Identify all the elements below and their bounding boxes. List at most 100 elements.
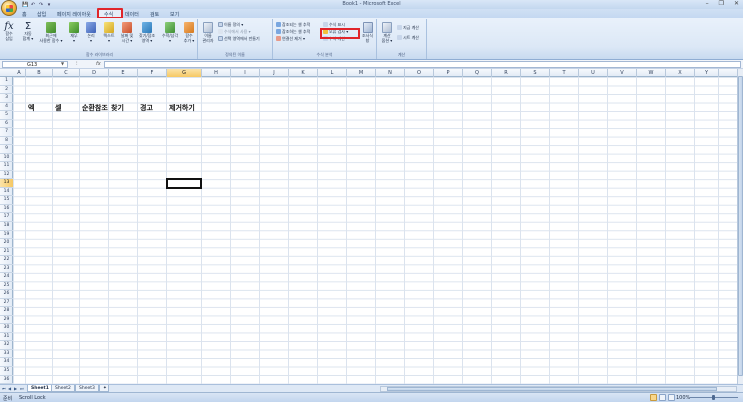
row-header[interactable]: 6	[0, 120, 13, 129]
column-header[interactable]: P	[434, 69, 463, 77]
create-from-selection-button[interactable]: 선택 영역에서 만들기	[218, 36, 260, 42]
row-header[interactable]: 18	[0, 222, 13, 231]
vertical-scrollbar[interactable]	[737, 69, 743, 384]
autosum-button[interactable]: Σ 자동 합계 ▾	[20, 22, 36, 41]
cell-b4[interactable]: 엑	[28, 103, 34, 113]
column-header[interactable]: E	[109, 69, 138, 77]
selected-cell-cursor[interactable]	[166, 178, 202, 189]
row-header[interactable]: 13	[0, 179, 13, 188]
row-header[interactable]: 20	[0, 239, 13, 248]
row-header[interactable]: 33	[0, 350, 13, 359]
row-header[interactable]: 11	[0, 162, 13, 171]
cell-e4[interactable]: 찾기	[111, 103, 124, 113]
row-header[interactable]: 14	[0, 188, 13, 197]
row-header[interactable]: 29	[0, 316, 13, 325]
row-header[interactable]: 15	[0, 196, 13, 205]
last-sheet-icon[interactable]: ⏭	[20, 386, 24, 391]
column-header[interactable]: H	[202, 69, 231, 77]
tab-home[interactable]: 홈	[22, 11, 27, 18]
row-header[interactable]: 17	[0, 213, 13, 222]
row-header[interactable]: 10	[0, 154, 13, 163]
column-header[interactable]: L	[318, 69, 347, 77]
page-break-view-icon[interactable]	[668, 394, 675, 401]
row-header[interactable]: 30	[0, 324, 13, 333]
row-header[interactable]: 16	[0, 205, 13, 214]
column-header[interactable]: C	[53, 69, 80, 77]
row-header[interactable]: 32	[0, 341, 13, 350]
column-header[interactable]: T	[550, 69, 579, 77]
row-header[interactable]: 12	[0, 171, 13, 180]
column-header[interactable]: U	[579, 69, 608, 77]
close-icon[interactable]: ✕	[734, 0, 739, 7]
row-header[interactable]: 36	[0, 376, 13, 385]
text-functions-button[interactable]: 텍스트 ▾	[100, 22, 118, 43]
trace-precedents-button[interactable]: 참조되는 셀 추적	[276, 22, 310, 28]
insert-sheet-icon[interactable]: ✦	[99, 385, 109, 392]
calculate-now-button[interactable]: 지금 계산	[397, 25, 419, 31]
cell-f4[interactable]: 경고	[140, 103, 153, 113]
cell-grid[interactable]: 엑 셀 순환참조 찾기 경고 제거하기	[13, 77, 737, 384]
row-header[interactable]: 22	[0, 256, 13, 265]
column-header[interactable]: I	[231, 69, 260, 77]
use-in-formula-button[interactable]: 수식에서 사용 ▾	[218, 29, 251, 35]
row-header[interactable]: 27	[0, 299, 13, 308]
sheet-tab-sheet2[interactable]: Sheet2	[51, 385, 75, 392]
chevron-down-icon[interactable]: ▼	[61, 61, 64, 66]
column-header[interactable]: V	[608, 69, 637, 77]
row-header[interactable]: 19	[0, 231, 13, 240]
define-name-button[interactable]: 이름 정의 ▾	[218, 22, 243, 28]
cell-g4[interactable]: 제거하기	[169, 103, 195, 113]
insert-function-button[interactable]: fx 함수 삽입	[2, 22, 16, 41]
formula-input[interactable]	[104, 61, 741, 68]
logical-button[interactable]: 논리 ▾	[83, 22, 99, 43]
tab-data[interactable]: 데이터	[125, 11, 139, 18]
row-header[interactable]: 23	[0, 265, 13, 274]
recent-functions-button[interactable]: 최근에 사용한 함수 ▾	[38, 22, 64, 43]
row-header[interactable]: 8	[0, 137, 13, 146]
row-header[interactable]: 34	[0, 358, 13, 367]
column-header[interactable]: Y	[695, 69, 719, 77]
column-header[interactable]: D	[80, 69, 109, 77]
column-header[interactable]: G	[167, 69, 202, 77]
vertical-scroll-thumb[interactable]	[738, 76, 743, 376]
row-header[interactable]: 25	[0, 282, 13, 291]
financial-button[interactable]: 재무 ▾	[66, 22, 82, 43]
row-header[interactable]: 9	[0, 145, 13, 154]
page-layout-view-icon[interactable]	[659, 394, 666, 401]
column-header[interactable]: F	[138, 69, 167, 77]
column-header[interactable]: W	[637, 69, 666, 77]
insert-function-icon[interactable]: fx	[96, 61, 101, 67]
column-header[interactable]: O	[405, 69, 434, 77]
column-header[interactable]: N	[376, 69, 405, 77]
datetime-button[interactable]: 날짜 및 시간 ▾	[118, 22, 136, 43]
cell-c4[interactable]: 셀	[55, 103, 61, 113]
column-header[interactable]: M	[347, 69, 376, 77]
sheet-tab-sheet1[interactable]: Sheet1	[27, 385, 53, 392]
column-header[interactable]: R	[492, 69, 521, 77]
column-header[interactable]: B	[26, 69, 53, 77]
tab-insert[interactable]: 삽입	[37, 11, 46, 18]
sheet-tab-sheet3[interactable]: Sheet3	[75, 385, 99, 392]
row-header[interactable]: 3	[0, 94, 13, 103]
minimize-icon[interactable]: –	[706, 0, 709, 7]
row-header[interactable]: 28	[0, 307, 13, 316]
first-sheet-icon[interactable]: ⏮	[2, 386, 6, 391]
row-header[interactable]: 2	[0, 86, 13, 95]
more-functions-button[interactable]: 함수 추가 ▾	[181, 22, 197, 43]
tab-review[interactable]: 검토	[150, 11, 159, 18]
remove-arrows-button[interactable]: 연결선 제거 ▾	[276, 36, 305, 42]
prev-sheet-icon[interactable]: ◀	[8, 386, 11, 391]
math-trig-button[interactable]: 수학/삼각 ▾	[159, 22, 181, 43]
watch-window-button[interactable]: 조사식 창	[359, 22, 376, 43]
row-header[interactable]: 24	[0, 273, 13, 282]
tab-view[interactable]: 보기	[170, 11, 179, 18]
column-header[interactable]: A	[13, 69, 26, 77]
trace-dependents-button[interactable]: 참조하는 셀 추적	[276, 29, 310, 35]
column-header[interactable]: K	[289, 69, 318, 77]
row-header[interactable]: 5	[0, 111, 13, 120]
row-header[interactable]: 35	[0, 367, 13, 376]
column-header[interactable]: X	[666, 69, 695, 77]
zoom-level[interactable]: 100%	[676, 395, 690, 401]
row-header[interactable]: 1	[0, 77, 13, 86]
lookup-reference-button[interactable]: 찾기/참조 영역 ▾	[136, 22, 158, 43]
